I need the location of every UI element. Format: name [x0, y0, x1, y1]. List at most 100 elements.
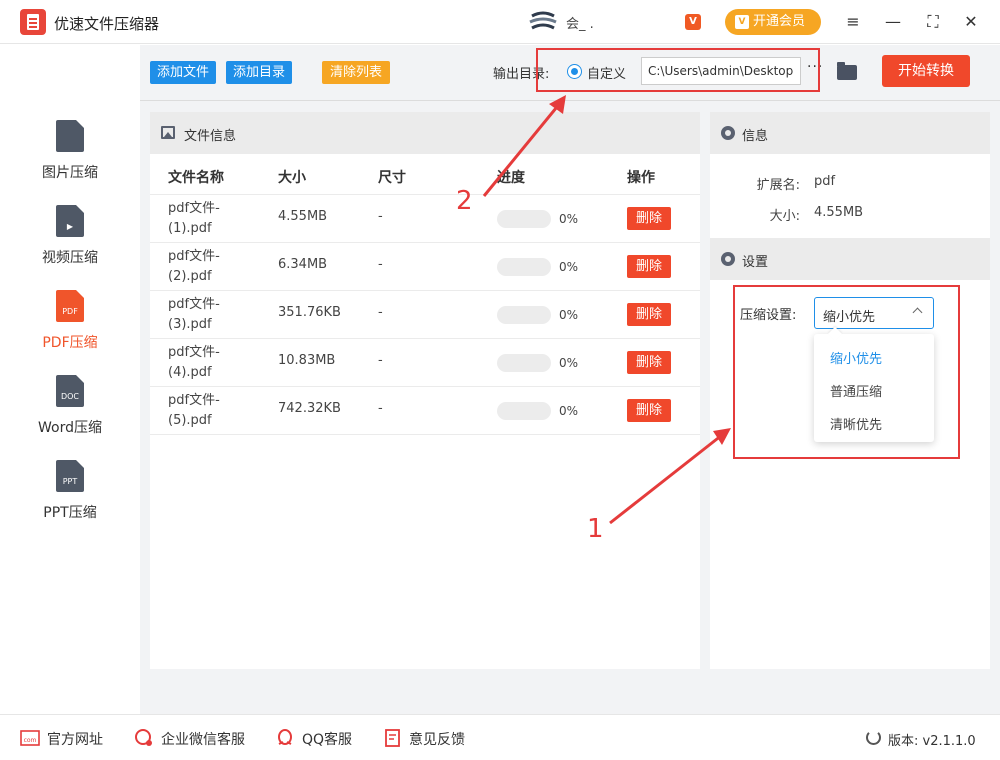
file-name: pdf文件-(3).pdf: [168, 297, 220, 332]
column-header-progress: 进度: [497, 170, 525, 186]
column-header-dim: 尺寸: [378, 170, 406, 186]
gear-icon: [721, 126, 735, 140]
app-title: 优速文件压缩器: [54, 15, 160, 33]
delete-button[interactable]: 删除: [627, 351, 671, 374]
column-header-size: 大小: [278, 170, 306, 186]
table-row[interactable]: pdf文件-(1).pdf 4.55MB - 0% 删除: [150, 195, 700, 243]
image-file-icon: [56, 120, 84, 152]
column-header-name: 文件名称: [168, 170, 224, 186]
vip-button-label: 开通会员: [753, 14, 806, 29]
vip-icon: V: [735, 15, 749, 29]
version-label: 版本: v2.1.1.0: [888, 734, 976, 749]
maximize-icon[interactable]: ⛶: [921, 10, 945, 34]
sidebar-item-word[interactable]: DOC Word压缩: [0, 375, 140, 455]
file-name: pdf文件-(1).pdf: [168, 201, 220, 236]
column-header-action: 操作: [627, 170, 655, 186]
refresh-icon[interactable]: [866, 730, 881, 745]
close-icon[interactable]: ✕: [959, 10, 983, 34]
file-size: 351.76KB: [278, 305, 341, 320]
progress-bar: [497, 258, 551, 276]
website-link[interactable]: 官方网址: [47, 729, 103, 749]
delete-button[interactable]: 删除: [627, 303, 671, 326]
file-size: 4.55MB: [278, 209, 328, 224]
progress-text: 0%: [559, 308, 579, 322]
file-name: pdf文件-(5).pdf: [168, 393, 220, 428]
menu-icon[interactable]: ≡: [841, 10, 865, 34]
sidebar-item-label: PPT压缩: [43, 505, 97, 521]
svg-text:com: com: [24, 737, 37, 744]
file-name: pdf文件-(4).pdf: [168, 345, 220, 380]
sidebar-item-label: 图片压缩: [42, 165, 98, 181]
table-row[interactable]: pdf文件-(2).pdf 6.34MB - 0% 删除: [150, 243, 700, 291]
delete-button[interactable]: 删除: [627, 399, 671, 422]
file-dimension: -: [378, 353, 383, 368]
video-file-icon: ▶: [56, 205, 84, 237]
vip-badge-icon[interactable]: V: [685, 14, 701, 30]
ppt-file-icon: PPT: [56, 460, 84, 492]
sidebar-item-label: 视频压缩: [42, 250, 98, 266]
clear-list-button[interactable]: 清除列表: [322, 61, 391, 84]
extension-value: pdf: [814, 174, 836, 189]
size-label: 大小:: [769, 209, 800, 224]
sidebar-item-image[interactable]: 图片压缩: [0, 120, 140, 200]
size-value: 4.55MB: [814, 205, 864, 220]
info-panel-header: 信息: [710, 112, 990, 154]
feedback-link[interactable]: 意见反馈: [409, 729, 465, 749]
file-size: 742.32KB: [278, 401, 341, 416]
file-info-panel: 文件信息 文件名称 大小 尺寸 进度 操作 pdf文件-(1).pdf 4.55…: [150, 112, 700, 669]
highlight-box-settings: [733, 285, 960, 459]
user-name[interactable]: 会_ .: [566, 13, 594, 32]
wechat-support-link[interactable]: 企业微信客服: [161, 729, 245, 749]
progress-text: 0%: [559, 260, 579, 274]
settings-panel-title: 设置: [742, 255, 769, 270]
wechat-icon[interactable]: [134, 728, 154, 748]
start-convert-button[interactable]: 开始转换: [882, 55, 970, 87]
sidebar-item-video[interactable]: ▶ 视频压缩: [0, 205, 140, 285]
info-panel-title: 信息: [742, 129, 769, 144]
annotation-number-2: 2: [456, 186, 473, 216]
sidebar-item-ppt[interactable]: PPT PPT压缩: [0, 460, 140, 540]
doc-file-icon: DOC: [56, 375, 84, 407]
add-file-button[interactable]: 添加文件: [150, 61, 217, 84]
table-row[interactable]: pdf文件-(3).pdf 351.76KB - 0% 删除: [150, 291, 700, 339]
progress-bar: [497, 354, 551, 372]
progress-text: 0%: [559, 404, 579, 418]
pdf-file-icon: PDF: [56, 290, 84, 322]
footer: com 官方网址 企业微信客服 QQ客服 意见反馈 版本: v2.1.1.0: [0, 714, 1000, 760]
file-dimension: -: [378, 305, 383, 320]
sidebar-item-label: Word压缩: [38, 420, 102, 436]
file-dimension: -: [378, 401, 383, 416]
sidebar-item-label: PDF压缩: [42, 335, 98, 351]
progress-text: 0%: [559, 356, 579, 370]
progress-text: 0%: [559, 212, 579, 226]
feedback-icon[interactable]: [383, 728, 403, 748]
progress-bar: [497, 210, 551, 228]
table-row[interactable]: pdf文件-(5).pdf 742.32KB - 0% 删除: [150, 387, 700, 435]
open-vip-button[interactable]: V 开通会员: [725, 9, 821, 35]
highlight-box-output: [536, 48, 820, 92]
delete-button[interactable]: 删除: [627, 207, 671, 230]
website-icon[interactable]: com: [20, 728, 40, 748]
progress-bar: [497, 306, 551, 324]
qq-icon[interactable]: [275, 728, 295, 748]
file-dimension: -: [378, 209, 383, 224]
qq-support-link[interactable]: QQ客服: [302, 729, 352, 749]
extension-label: 扩展名:: [756, 178, 800, 193]
delete-button[interactable]: 删除: [627, 255, 671, 278]
table-row[interactable]: pdf文件-(4).pdf 10.83MB - 0% 删除: [150, 339, 700, 387]
annotation-number-1: 1: [587, 514, 604, 544]
sidebar: 图片压缩 ▶ 视频压缩 PDF PDF压缩 DOC Word压缩 PPT PPT…: [0, 45, 140, 714]
user-avatar-icon[interactable]: [528, 11, 558, 33]
app-logo-icon: [20, 9, 46, 35]
progress-bar: [497, 402, 551, 420]
sidebar-item-pdf[interactable]: PDF PDF压缩: [0, 290, 140, 370]
gear-icon: [721, 252, 735, 266]
add-folder-button[interactable]: 添加目录: [226, 61, 293, 84]
settings-panel-header: 设置: [710, 238, 990, 280]
title-bar: 优速文件压缩器 会_ . V V 开通会员 ≡ — ⛶ ✕: [0, 0, 1000, 44]
minimize-icon[interactable]: —: [881, 10, 905, 34]
folder-icon[interactable]: [837, 62, 857, 80]
file-panel-title: 文件信息: [184, 129, 237, 144]
file-panel-header: 文件信息: [150, 112, 700, 154]
image-icon: [161, 126, 175, 139]
